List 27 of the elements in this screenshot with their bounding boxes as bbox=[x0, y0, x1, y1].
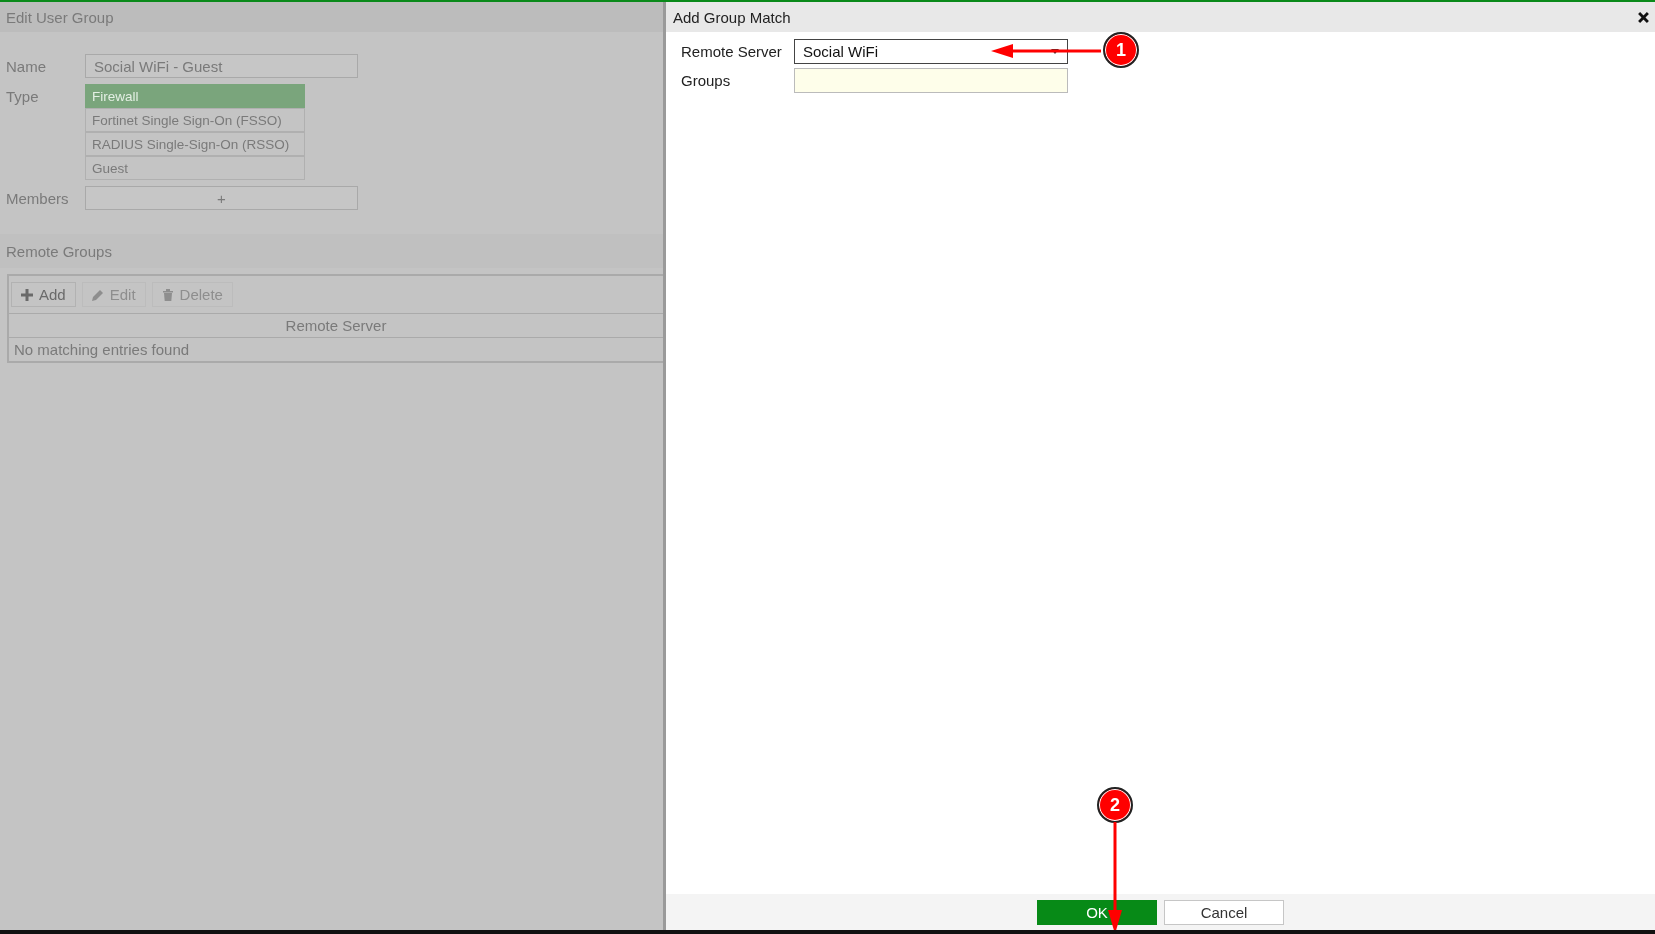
cancel-button[interactable]: Cancel bbox=[1164, 899, 1284, 925]
name-field[interactable]: Social WiFi - Guest bbox=[85, 54, 358, 78]
type-option[interactable]: Fortinet Single Sign-On (FSSO) bbox=[85, 108, 305, 132]
empty-message: No matching entries found bbox=[14, 341, 190, 358]
column-header[interactable]: Remote Server bbox=[9, 314, 663, 337]
close-icon[interactable] bbox=[1638, 11, 1649, 23]
toolbar-button[interactable]: Add bbox=[11, 282, 76, 307]
trash-icon bbox=[161, 288, 174, 301]
ok-button[interactable]: OK bbox=[1037, 899, 1157, 925]
type-option[interactable]: RADIUS Single-Sign-On (RSSO) bbox=[85, 132, 305, 156]
pencil-icon bbox=[91, 288, 104, 301]
field-label: Name bbox=[6, 57, 47, 75]
field-label: Type bbox=[6, 87, 40, 105]
field-label: Members bbox=[6, 189, 70, 207]
arrow-icon bbox=[1108, 822, 1122, 930]
field-label: Remote Server bbox=[681, 43, 783, 60]
section-title: Remote Groups bbox=[6, 242, 112, 260]
groups-field[interactable] bbox=[794, 68, 1068, 93]
arrow-icon bbox=[991, 44, 1101, 58]
type-option[interactable]: Guest bbox=[85, 156, 305, 180]
add-member-button[interactable]: + bbox=[85, 186, 358, 210]
type-option[interactable]: Firewall bbox=[85, 84, 305, 108]
field-label: Groups bbox=[681, 72, 732, 89]
dialog-title: Add Group Match bbox=[673, 8, 791, 26]
server-select[interactable]: Social WiFi bbox=[794, 39, 1068, 64]
panel-title: Edit User Group bbox=[6, 8, 114, 26]
plus-icon bbox=[21, 288, 33, 301]
